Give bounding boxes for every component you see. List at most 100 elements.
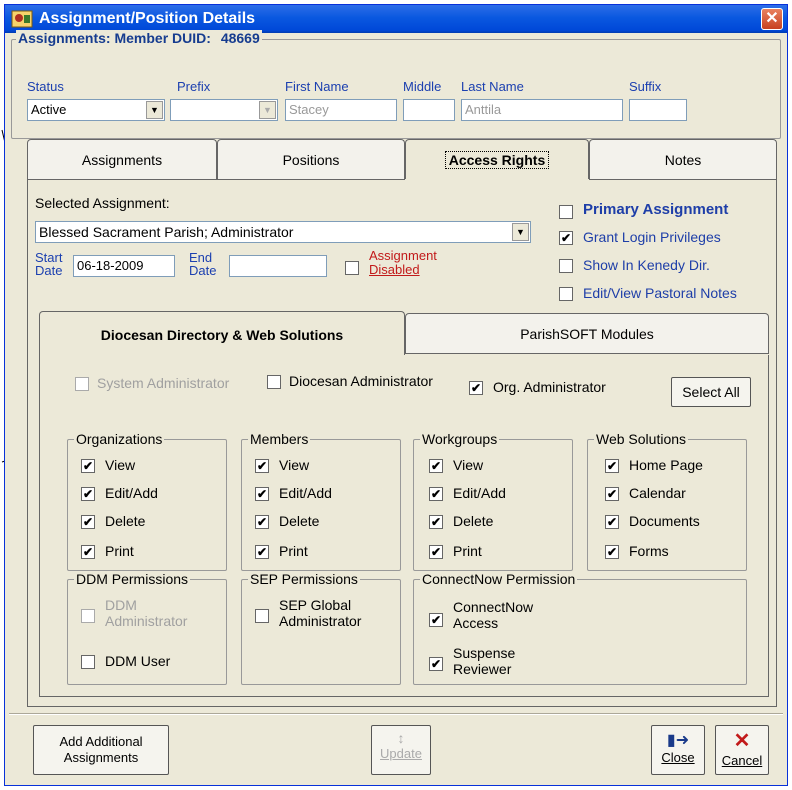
window-close-button[interactable]: ✕ — [761, 8, 783, 30]
wg-print-label: Print — [453, 543, 482, 559]
grant-login-checkbox[interactable]: ✔ — [559, 231, 573, 245]
subtab-diocesan-directory[interactable]: Diocesan Directory & Web Solutions — [39, 311, 405, 357]
ws-home-label: Home Page — [629, 457, 703, 473]
org-delete-checkbox[interactable]: ✔ — [81, 515, 95, 529]
prefix-label: Prefix — [177, 79, 211, 94]
primary-assignment-checkbox[interactable] — [559, 205, 573, 219]
sep-global-checkbox[interactable] — [255, 609, 269, 623]
org-admin-checkbox[interactable]: ✔ — [469, 381, 483, 395]
status-select[interactable]: Active ▼ — [27, 99, 165, 121]
assignment-position-details-window: Assignment/Position Details ✕ Assignment… — [4, 4, 788, 786]
show-kenedy-checkbox[interactable] — [559, 259, 573, 273]
connectnow-access-label: ConnectNow Access — [453, 599, 534, 631]
ddm-admin-checkbox[interactable] — [81, 609, 95, 623]
tab-assignments[interactable]: Assignments — [27, 139, 217, 179]
ddm-permissions-group: DDM Permissions — [67, 571, 227, 685]
prefix-select[interactable]: ▼ — [170, 99, 278, 121]
system-admin-label: System Administrator — [97, 375, 230, 391]
wg-delete-checkbox[interactable]: ✔ — [429, 515, 443, 529]
end-date-field[interactable] — [229, 255, 327, 277]
add-additional-assignments-button[interactable]: Add Additional Assignments — [33, 725, 169, 775]
wg-print-checkbox[interactable]: ✔ — [429, 545, 443, 559]
middle-field[interactable] — [403, 99, 455, 121]
mem-view-checkbox[interactable]: ✔ — [255, 459, 269, 473]
org-print-label: Print — [105, 543, 134, 559]
ddm-user-checkbox[interactable] — [81, 655, 95, 669]
close-button[interactable]: ▮➜ Close — [651, 725, 705, 775]
org-delete-label: Delete — [105, 513, 146, 529]
mem-delete-label: Delete — [279, 513, 320, 529]
members-title: Members — [248, 431, 311, 447]
org-print-checkbox[interactable]: ✔ — [81, 545, 95, 559]
organizations-title: Organizations — [74, 431, 165, 447]
connectnow-access-checkbox[interactable]: ✔ — [429, 613, 443, 627]
ws-calendar-checkbox[interactable]: ✔ — [605, 487, 619, 501]
assignment-disabled-checkbox[interactable] — [345, 261, 359, 275]
ws-forms-checkbox[interactable]: ✔ — [605, 545, 619, 559]
end-date-label: End Date — [189, 250, 217, 278]
ws-forms-label: Forms — [629, 543, 669, 559]
connectnow-title: ConnectNow Permission — [420, 571, 578, 587]
ws-home-checkbox[interactable]: ✔ — [605, 459, 619, 473]
start-date-field[interactable]: 06-18-2009 — [73, 255, 175, 277]
select-all-button[interactable]: Select All — [671, 377, 751, 407]
mem-edit-checkbox[interactable]: ✔ — [255, 487, 269, 501]
wg-edit-checkbox[interactable]: ✔ — [429, 487, 443, 501]
chevron-down-icon[interactable]: ▼ — [512, 223, 529, 241]
wg-view-checkbox[interactable]: ✔ — [429, 459, 443, 473]
last-name-label: Last Name — [461, 79, 524, 94]
org-view-label: View — [105, 457, 136, 473]
org-view-checkbox[interactable]: ✔ — [81, 459, 95, 473]
cancel-button[interactable]: ✕ Cancel — [715, 725, 769, 775]
edit-pastoral-label: Edit/View Pastoral Notes — [583, 285, 737, 301]
org-edit-label: Edit/Add — [105, 485, 158, 501]
suffix-label: Suffix — [629, 79, 662, 94]
wg-view-label: View — [453, 457, 484, 473]
title-bar: Assignment/Position Details ✕ — [5, 5, 787, 33]
wg-delete-label: Delete — [453, 513, 494, 529]
middle-label: Middle — [403, 79, 442, 94]
diocesan-admin-checkbox[interactable] — [267, 375, 281, 389]
suffix-field[interactable] — [629, 99, 687, 121]
mem-view-label: View — [279, 457, 310, 473]
chevron-down-icon[interactable]: ▼ — [259, 101, 276, 119]
cancel-x-icon: ✕ — [733, 730, 751, 752]
ws-documents-label: Documents — [629, 513, 700, 529]
org-edit-checkbox[interactable]: ✔ — [81, 487, 95, 501]
first-name-field[interactable]: Stacey — [285, 99, 397, 121]
member-duid-label: Assignments: Member DUID: — [18, 30, 211, 46]
selected-assignment-label: Selected Assignment: — [35, 195, 170, 211]
selected-assignment-select[interactable]: Blessed Sacrament Parish; Administrator … — [35, 221, 531, 243]
ws-documents-checkbox[interactable]: ✔ — [605, 515, 619, 529]
primary-assignment-label: Primary Assignment — [583, 201, 729, 218]
ddm-permissions-title: DDM Permissions — [74, 571, 191, 587]
tab-notes[interactable]: Notes — [589, 139, 777, 179]
update-icon: ↕ — [397, 730, 405, 746]
chevron-down-icon[interactable]: ▼ — [146, 101, 163, 119]
assignment-disabled-label: Assignment Disabled — [369, 248, 437, 277]
update-button[interactable]: ↕ Update — [371, 725, 431, 775]
ddm-user-label: DDM User — [105, 653, 171, 669]
sep-permissions-title: SEP Permissions — [248, 571, 360, 587]
suspense-reviewer-checkbox[interactable]: ✔ — [429, 657, 443, 671]
mem-delete-checkbox[interactable]: ✔ — [255, 515, 269, 529]
tab-positions[interactable]: Positions — [217, 139, 405, 179]
last-name-field[interactable]: Anttila — [461, 99, 623, 121]
mem-print-checkbox[interactable]: ✔ — [255, 545, 269, 559]
edit-pastoral-checkbox[interactable] — [559, 287, 573, 301]
first-name-label: First Name — [285, 79, 349, 94]
sep-global-label: SEP Global Administrator — [279, 597, 362, 629]
grant-login-label: Grant Login Privileges — [583, 229, 721, 245]
start-date-label: Start Date — [35, 250, 63, 278]
mem-edit-label: Edit/Add — [279, 485, 332, 501]
sep-permissions-group: SEP Permissions — [241, 571, 401, 685]
wg-edit-label: Edit/Add — [453, 485, 506, 501]
ddm-admin-label: DDM Administrator — [105, 597, 188, 629]
ws-calendar-label: Calendar — [629, 485, 686, 501]
system-admin-checkbox[interactable] — [75, 377, 89, 391]
subtab-parishsoft-modules[interactable]: ParishSOFT Modules — [405, 313, 769, 353]
tab-access-rights[interactable]: Access Rights — [405, 139, 589, 181]
app-icon — [11, 10, 33, 28]
member-info-group: Assignments: Member DUID: 48669 — [11, 30, 781, 139]
suspense-reviewer-label: Suspense Reviewer — [453, 645, 516, 677]
